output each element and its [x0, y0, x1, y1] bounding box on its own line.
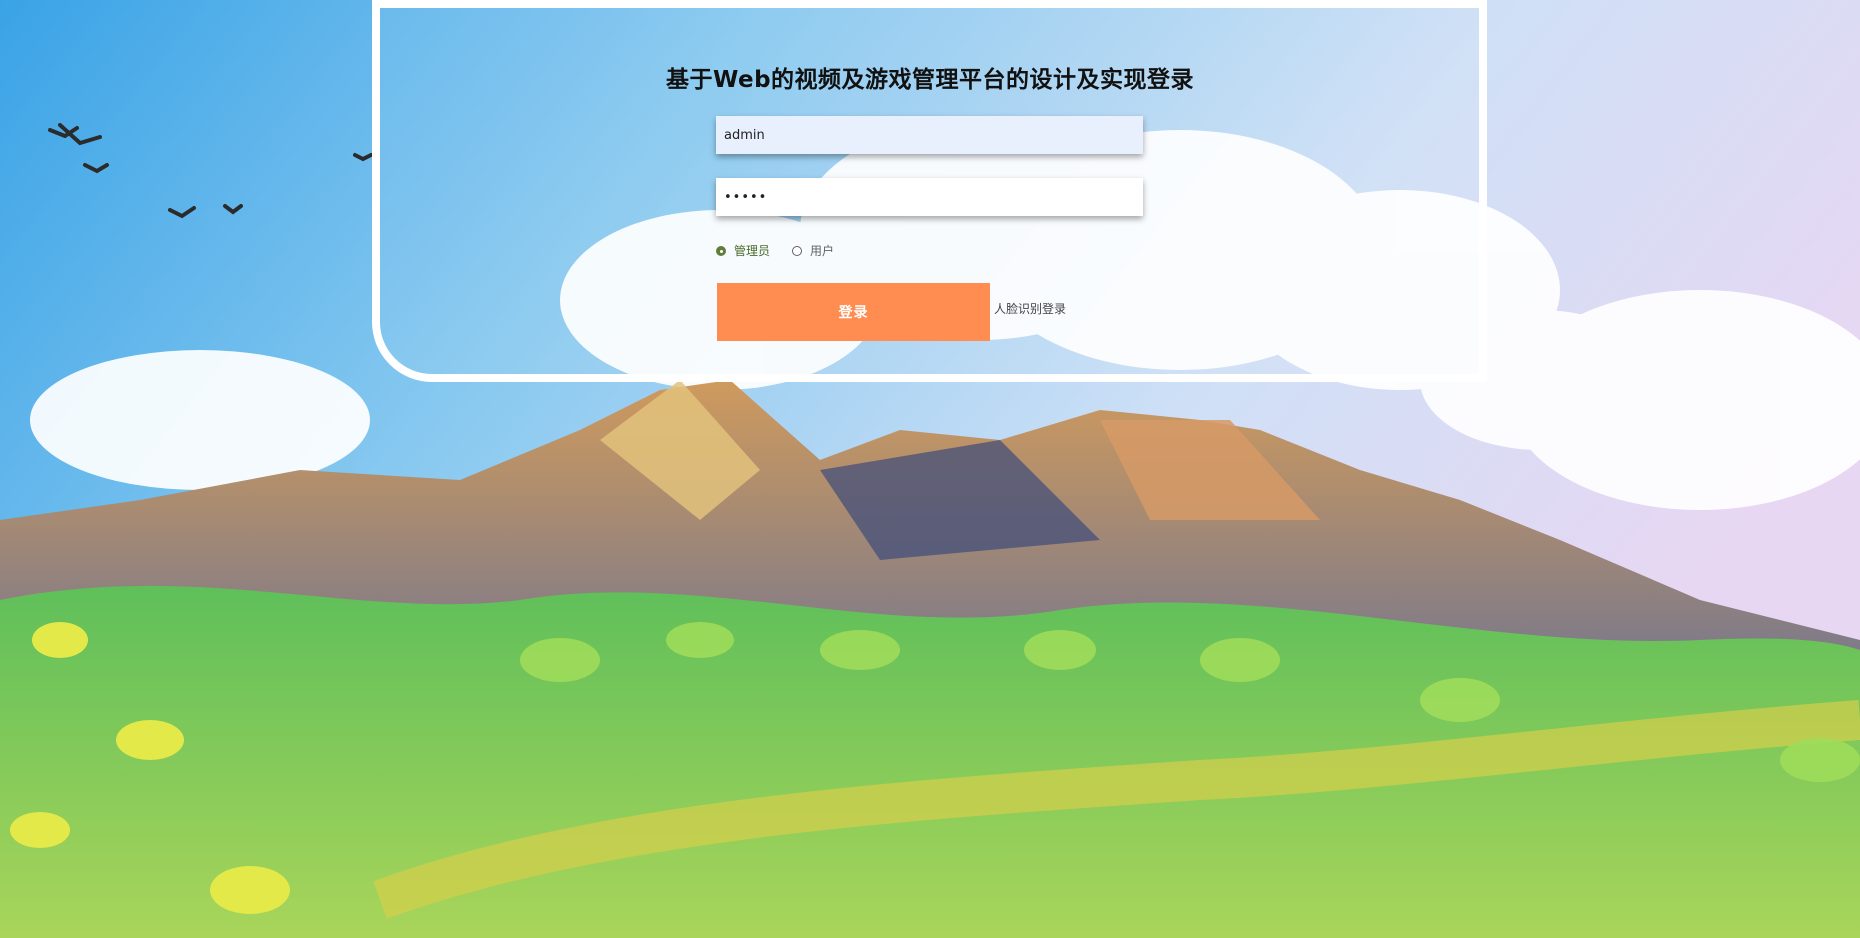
login-button[interactable]: 登录: [717, 283, 990, 341]
role-label-admin: 管理员: [734, 244, 771, 258]
face-recognition-login-link[interactable]: 人脸识别登录: [994, 300, 1066, 317]
role-option-admin[interactable]: 管理员: [716, 242, 770, 259]
role-option-user[interactable]: 用户: [792, 242, 834, 259]
login-page: 基于Web的视频及游戏管理平台的设计及实现登录 管理员 用户 登录 人脸识别登录: [0, 0, 1860, 938]
username-input[interactable]: [716, 116, 1143, 154]
radio-unchecked-icon[interactable]: [792, 245, 803, 256]
radio-checked-icon[interactable]: [716, 245, 726, 256]
role-label-user: 用户: [810, 244, 835, 258]
page-title: 基于Web的视频及游戏管理平台的设计及实现登录: [665, 67, 1195, 93]
password-input[interactable]: [716, 178, 1143, 216]
role-selector: 管理员 用户: [716, 242, 856, 259]
